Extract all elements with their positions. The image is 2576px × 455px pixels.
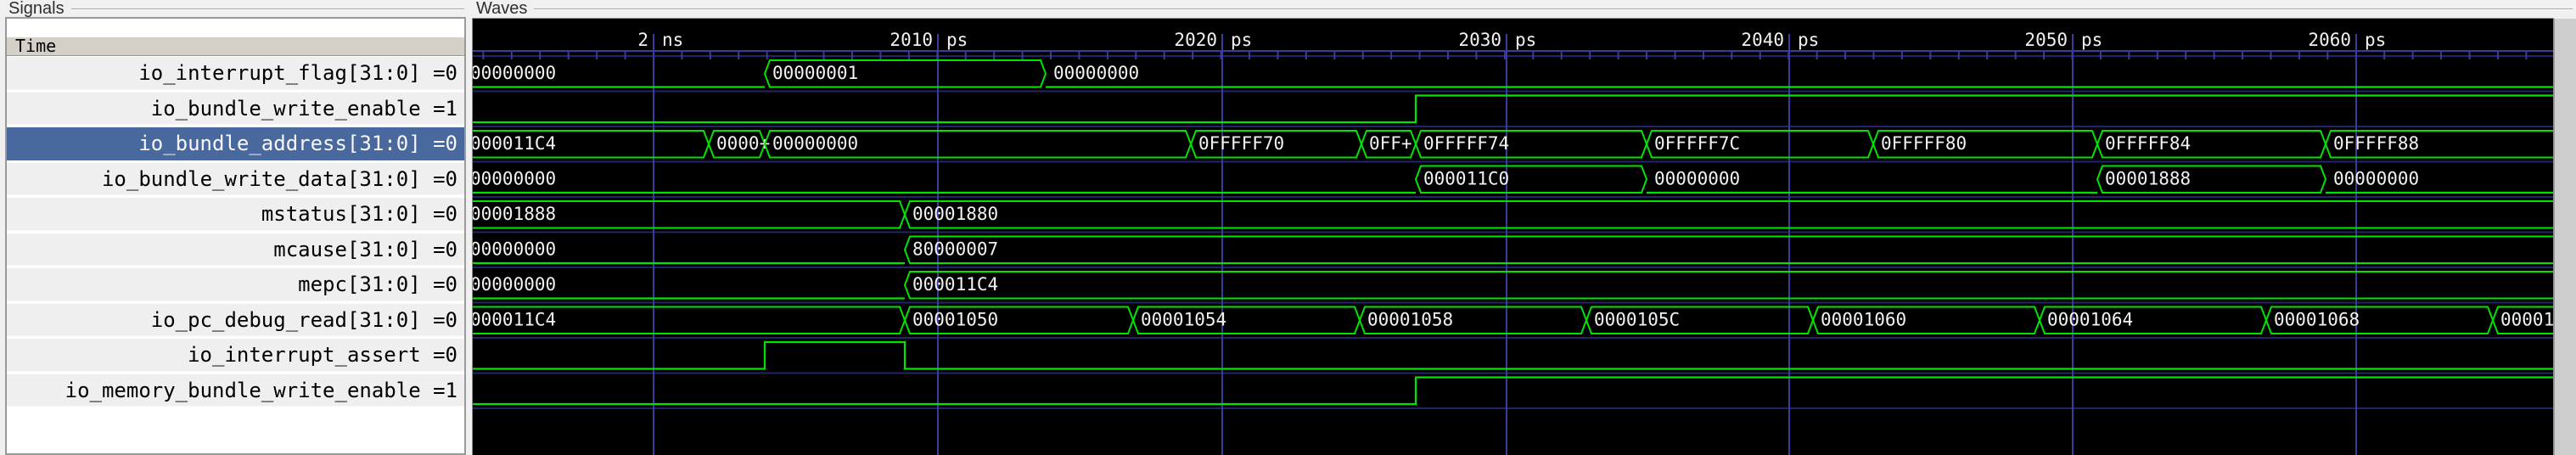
value-label: 0FFFFF84: [2105, 133, 2191, 154]
value-label: 000011C0: [1423, 169, 1509, 189]
signals-frame-title: Signals: [8, 0, 464, 18]
value-label: ps: [946, 30, 968, 50]
wave-canvas[interactable]: 2 ns 2010 ps 2020 ps 2030 ps 2040 ps 2050 ps 2060 ps 0…: [473, 19, 2553, 455]
value-label: 00000000: [2333, 169, 2419, 189]
value-label: 0000105C: [1594, 310, 1680, 330]
value-label: 00001: [2500, 310, 2553, 330]
value-label: 00001064: [2047, 310, 2133, 330]
value-label: ps: [2365, 30, 2386, 50]
value-label: 000011C4: [912, 274, 998, 295]
wave-row-io_pc_debug_read: 000011C4 00001050 00001054 00001058 0000105C…: [473, 306, 2553, 334]
value-label: 00001054: [1141, 310, 1226, 330]
wave-area[interactable]: 2 ns 2010 ps 2020 ps 2030 ps 2040 ps 2050 ps 2060 ps 0…: [472, 18, 2554, 455]
value-label: 00000000: [473, 169, 556, 189]
value-label: ns: [662, 30, 683, 50]
signal-row[interactable]: io_pc_debug_read[31:0] =0: [7, 302, 464, 338]
value-label: 00001880: [912, 204, 998, 224]
wave-row-io_memory_bundle_write_enable: [473, 376, 2553, 406]
value-label: 2060: [2308, 30, 2351, 50]
value-label: 00001888: [473, 204, 556, 224]
wave-row-io_interrupt_assert: [473, 340, 2553, 370]
wave-row-io_bundle_write_enable: [473, 94, 2553, 124]
value-label: 0FFFFF74: [1423, 133, 1509, 154]
signal-row[interactable]: io_memory_bundle_write_enable =1: [7, 373, 464, 408]
value-label: 00001050: [912, 310, 998, 330]
signal-row[interactable]: mepc[31:0] =0: [7, 267, 464, 303]
value-label: 00000000: [1053, 63, 1139, 83]
wave-row-mcause: 00000000 80000007: [473, 235, 2553, 265]
value-label: 00000000: [1654, 169, 1740, 189]
wave-row-io_bundle_write_data: 00000000 000011C0 00000000 00001888 00000000: [473, 165, 2553, 194]
value-label: 2030: [1458, 30, 1501, 50]
waves-title-groove: [534, 8, 2573, 10]
value-label: 0FFFFF80: [1881, 133, 1967, 154]
signals-title-groove: [70, 8, 464, 10]
value-label: 00001058: [1367, 310, 1453, 330]
value-label: ps: [1231, 30, 1252, 50]
timescale-label: 2050 ps: [2024, 30, 2102, 50]
value-label: 2050: [2024, 30, 2068, 50]
value-label: 00001060: [1821, 310, 1906, 330]
timescale-label: 2020 ps: [1174, 30, 1252, 50]
timescale-label: 2 ns: [637, 30, 683, 50]
signal-row[interactable]: io_bundle_write_enable =1: [7, 91, 464, 126]
signal-row[interactable]: io_interrupt_flag[31:0] =0: [7, 56, 464, 92]
signal-row[interactable]: io_bundle_write_data[31:0] =0: [7, 161, 464, 197]
signal-row[interactable]: io_interrupt_assert =0: [7, 338, 464, 374]
value-label: 000011C4: [473, 133, 556, 154]
value-label: 00000000: [473, 239, 556, 260]
timescale-label: 2030 ps: [1458, 30, 1536, 50]
signal-row[interactable]: mstatus[31:0] =0: [7, 197, 464, 233]
waves-scrollbar[interactable]: [2554, 19, 2576, 455]
signals-title: Signals: [8, 0, 65, 18]
value-label: 0FFFFF88: [2333, 133, 2419, 154]
value-label: 2040: [1741, 30, 1784, 50]
value-label: 00001888: [2105, 169, 2191, 189]
waves-title: Waves: [476, 0, 528, 18]
wave-row-io_bundle_address: 000011C4 0000+ 00000000 0FFFFF70 0FF+ 0FFFFF7…: [473, 130, 2553, 159]
time-column-header[interactable]: Time: [7, 37, 464, 56]
wave-row-io_interrupt_flag: 00000000 00000001 00000000: [473, 59, 2553, 88]
wave-row-mepc: 00000000 000011C4: [473, 271, 2553, 300]
timescale-label: 2010 ps: [890, 30, 968, 50]
signal-row[interactable]: io_bundle_address[31:0] =0: [7, 126, 464, 162]
value-label: 0FFFFF70: [1198, 133, 1284, 154]
value-label: 0FFFFF7C: [1654, 133, 1740, 154]
value-label: 2010: [890, 30, 933, 50]
timescale-label: 2040 ps: [1741, 30, 1819, 50]
value-label: 00000000: [473, 63, 556, 83]
value-label: ps: [1515, 30, 1536, 50]
value-label: ps: [1798, 30, 1819, 50]
timescale-label: 2060 ps: [2308, 30, 2386, 50]
value-label: 0000+: [716, 133, 770, 154]
value-label: 2020: [1174, 30, 1217, 50]
value-label: 00000000: [473, 274, 556, 295]
waves-frame-title: Waves: [476, 0, 2573, 18]
value-label: 00001068: [2274, 310, 2360, 330]
value-label: ps: [2081, 30, 2102, 50]
signal-row[interactable]: mcause[31:0] =0: [7, 232, 464, 267]
value-label: 00000001: [772, 63, 858, 83]
value-label: 00000000: [772, 133, 858, 154]
value-label: 80000007: [912, 239, 998, 260]
wave-row-mstatus: 00001888 00001880: [473, 200, 2553, 229]
value-label: 0FF+: [1369, 133, 1412, 154]
value-label: 2: [637, 30, 648, 50]
value-label: 000011C4: [473, 310, 556, 330]
